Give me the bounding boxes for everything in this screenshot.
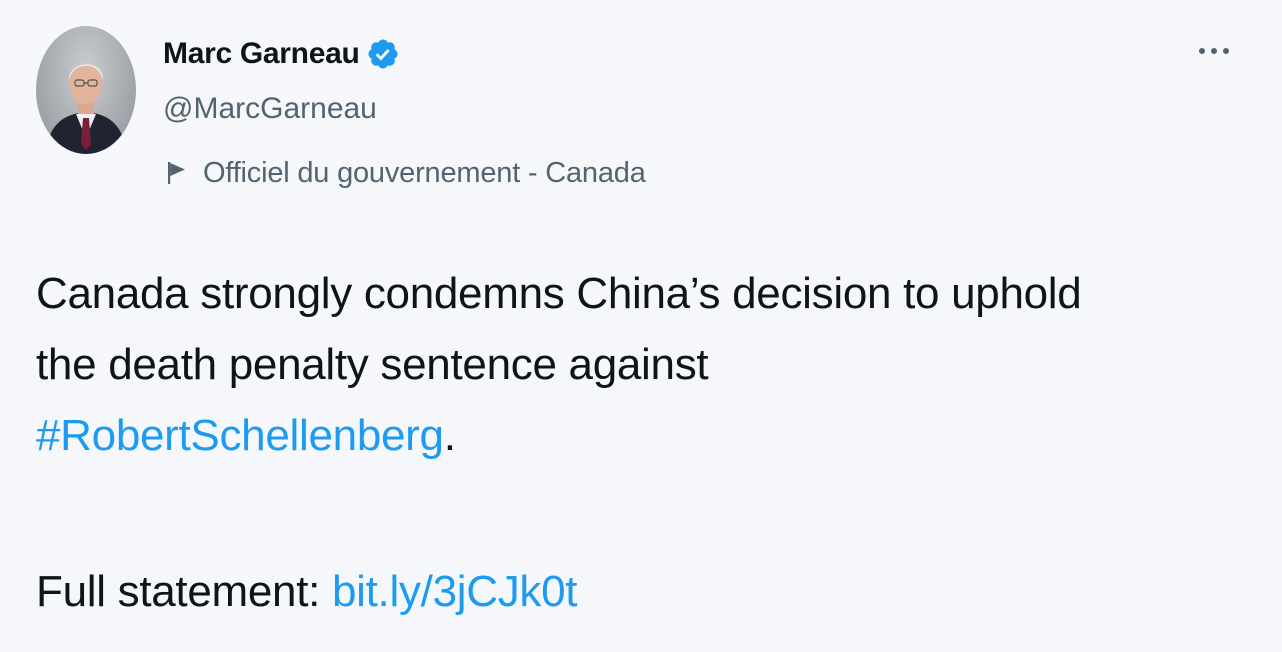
author-display-name[interactable]: Marc Garneau xyxy=(163,37,360,71)
author-name-row: Marc Garneau xyxy=(163,34,400,74)
tweet-text-line: the death penalty sentence against xyxy=(36,340,709,389)
tweet-card: Marc Garneau @MarcGarneau Officiel du go… xyxy=(0,0,1282,652)
statement-link[interactable]: bit.ly/3jCJk0t xyxy=(332,567,578,616)
tweet-text-line: Canada strongly condemns China’s decisio… xyxy=(36,269,1082,318)
tweet-hashtag-line: #RobertSchellenberg. xyxy=(36,400,1256,471)
tweet-text: Canada strongly condemns China’s decisio… xyxy=(36,258,1256,471)
hashtag-link[interactable]: #RobertSchellenberg xyxy=(36,411,444,460)
statement-prefix: Full statement: xyxy=(36,567,332,616)
government-label-text: Officiel du gouvernement - Canada xyxy=(203,156,646,189)
more-horizontal-icon xyxy=(1199,48,1229,54)
more-options-button[interactable] xyxy=(1196,36,1232,66)
flag-icon xyxy=(168,162,185,184)
statement-line: Full statement: bit.ly/3jCJk0t xyxy=(36,556,578,627)
avatar[interactable] xyxy=(36,26,136,154)
verified-badge-icon xyxy=(368,39,399,69)
government-label: Officiel du gouvernement - Canada xyxy=(165,154,646,192)
author-handle[interactable]: @MarcGarneau xyxy=(163,92,377,126)
hashtag-period: . xyxy=(443,411,456,460)
avatar-portrait-icon xyxy=(46,64,126,154)
